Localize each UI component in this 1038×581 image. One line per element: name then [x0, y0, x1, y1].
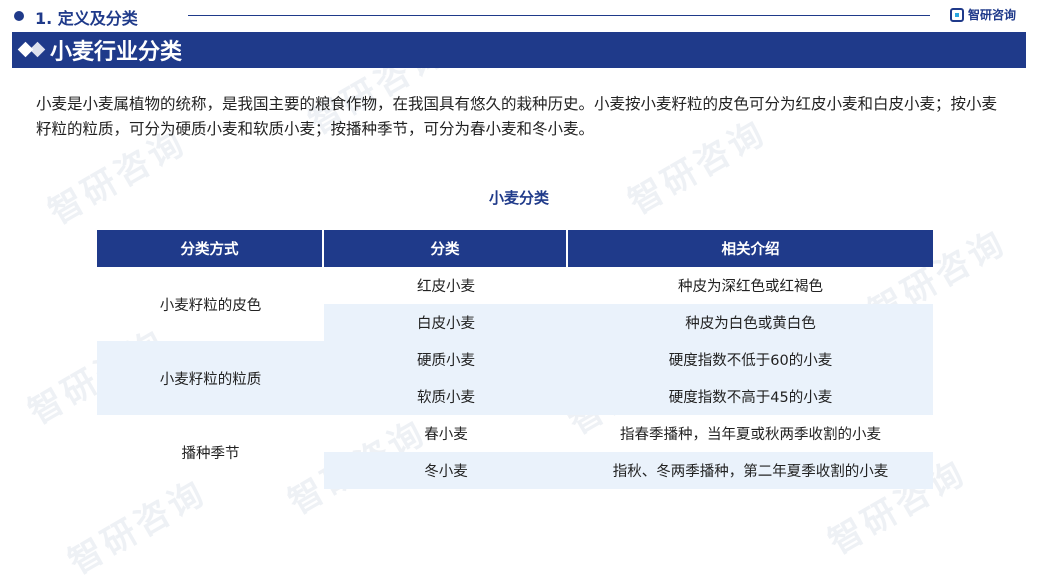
table-row: 白皮小麦 种皮为白色或黄白色	[324, 304, 933, 341]
category-cell: 白皮小麦	[324, 304, 568, 341]
brand-name: 智研咨询	[968, 8, 1017, 22]
table-row: 软质小麦 硬度指数不高于45的小麦	[324, 378, 933, 415]
description-cell: 硬度指数不高于45的小麦	[568, 378, 933, 415]
table-row: 硬质小麦 硬度指数不低于60的小麦	[324, 341, 933, 378]
intro-paragraph: 小麦是小麦属植物的统称，是我国主要的粮食作物，在我国具有悠久的栽种历史。小麦按小…	[36, 95, 998, 138]
description-cell: 硬度指数不低于60的小麦	[568, 341, 933, 378]
description-cell: 种皮为深红色或红褐色	[678, 279, 823, 295]
table-row: 春小麦 指春季播种，当年夏或秋两季收割的小麦	[324, 415, 933, 452]
column-header-description: 相关介绍	[568, 230, 933, 267]
table-title: 小麦分类	[488, 189, 549, 207]
table-header-row: 分类方式 分类 相关介绍	[97, 230, 933, 267]
page-title: 小麦行业分类	[50, 40, 183, 65]
bullet-dot-icon	[14, 11, 24, 21]
table-group-kernel-texture: 小麦籽粒的粒质 硬质小麦 硬度指数不低于60的小麦 软质小麦 硬度指数不高于45…	[97, 341, 933, 415]
brand-logo-icon	[950, 7, 964, 22]
double-diamond-icon	[17, 40, 48, 60]
category-cell: 春小麦	[424, 427, 468, 443]
group-label: 小麦籽粒的皮色	[159, 297, 262, 314]
column-header-method: 分类方式	[97, 230, 324, 267]
group-label: 播种季节	[181, 445, 240, 462]
divider-line	[188, 15, 930, 16]
description-cell: 种皮为白色或黄白色	[568, 304, 933, 341]
brand-logo: 智研咨询	[950, 6, 1016, 23]
classification-table: 分类方式 分类 相关介绍 小麦籽粒的皮色 红皮小麦 种皮为深红色或红褐色 白皮小…	[97, 230, 933, 489]
category-cell: 红皮小麦	[417, 279, 475, 295]
table-group-skin-color: 小麦籽粒的皮色 红皮小麦 种皮为深红色或红褐色 白皮小麦 种皮为白色或黄白色	[97, 267, 933, 341]
category-cell: 冬小麦	[324, 452, 568, 489]
table-row: 红皮小麦 种皮为深红色或红褐色	[324, 267, 933, 304]
description-cell: 指秋、冬两季播种，第二年夏季收割的小麦	[568, 452, 933, 489]
section-title: 1. 定义及分类	[35, 9, 138, 28]
table-group-sowing-season: 播种季节 春小麦 指春季播种，当年夏或秋两季收割的小麦 冬小麦 指秋、冬两季播种…	[97, 415, 933, 489]
description-cell: 指春季播种，当年夏或秋两季收割的小麦	[620, 427, 881, 443]
category-cell: 硬质小麦	[324, 341, 568, 378]
table-row: 冬小麦 指秋、冬两季播种，第二年夏季收割的小麦	[324, 452, 933, 489]
group-label: 小麦籽粒的粒质	[97, 341, 324, 415]
category-cell: 软质小麦	[324, 378, 568, 415]
top-bar: 1. 定义及分类 智研咨询	[0, 0, 1038, 32]
column-header-category: 分类	[324, 230, 568, 267]
heading-band: 小麦行业分类	[12, 32, 1026, 68]
